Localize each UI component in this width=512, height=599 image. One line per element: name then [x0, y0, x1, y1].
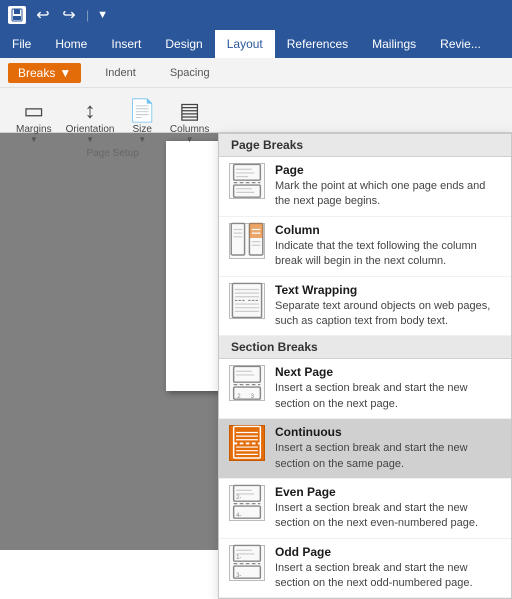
- menu-references[interactable]: References: [275, 30, 360, 58]
- page-setup-group: ▭ Margins ▼ ↕ Orientation ▼ 📄 Size ▼ ▤ C…: [8, 92, 225, 163]
- undo-button[interactable]: ↩: [32, 4, 54, 26]
- next-page-text: Next Page Insert a section break and sta…: [275, 365, 501, 412]
- menu-bar: File Home Insert Design Layout Reference…: [0, 30, 512, 58]
- even-page-title: Even Page: [275, 485, 501, 499]
- svg-text:4-: 4-: [236, 513, 241, 519]
- text-wrapping-text: Text Wrapping Separate text around objec…: [275, 283, 501, 330]
- page-break-desc: Mark the point at which one page ends an…: [275, 179, 501, 210]
- odd-page-item[interactable]: 1- 3- Odd Page Insert a section break an…: [219, 539, 511, 599]
- columns-button[interactable]: ▤ Columns ▼: [166, 98, 213, 146]
- margins-caret: ▼: [30, 135, 38, 144]
- even-page-text: Even Page Insert a section break and sta…: [275, 485, 501, 532]
- orientation-caret: ▼: [86, 135, 94, 144]
- ribbon-top-row: Breaks ▼ Indent Spacing: [0, 58, 512, 88]
- menu-insert[interactable]: Insert: [99, 30, 153, 58]
- orientation-label: Orientation: [66, 124, 115, 135]
- breaks-label: Breaks: [18, 66, 55, 80]
- page-break-title: Page: [275, 163, 501, 177]
- breaks-dropdown: Page Breaks Page Mark the point at which…: [218, 133, 512, 599]
- svg-text:1-: 1-: [236, 555, 241, 561]
- orientation-icon: ↕: [85, 100, 96, 122]
- next-page-item[interactable]: 2 3 Next Page Insert a section break and…: [219, 359, 511, 419]
- menu-home[interactable]: Home: [43, 30, 99, 58]
- breaks-caret: ▼: [59, 66, 71, 80]
- save-icon[interactable]: [8, 6, 26, 24]
- column-break-text: Column Indicate that the text following …: [275, 223, 501, 270]
- quick-access-toolbar: ↩ ↪ | ▼: [32, 4, 108, 26]
- columns-icon: ▤: [179, 100, 200, 122]
- column-break-icon: [229, 223, 265, 259]
- menu-layout[interactable]: Layout: [215, 30, 275, 58]
- even-page-icon: 2- 4-: [229, 485, 265, 521]
- svg-text:3-: 3-: [236, 573, 241, 579]
- odd-page-title: Odd Page: [275, 545, 501, 559]
- customize-button[interactable]: ▼: [97, 9, 108, 21]
- continuous-icon: [229, 425, 265, 461]
- continuous-title: Continuous: [275, 425, 501, 439]
- columns-label: Columns: [170, 124, 209, 135]
- ribbon: Breaks ▼ Indent Spacing ▭ Margins ▼ ↕ Or…: [0, 58, 512, 133]
- margins-label: Margins: [16, 124, 52, 135]
- continuous-desc: Insert a section break and start the new…: [275, 441, 501, 472]
- menu-file[interactable]: File: [0, 30, 43, 58]
- page-break-item[interactable]: Page Mark the point at which one page en…: [219, 157, 511, 217]
- menu-review[interactable]: Revie...: [428, 30, 493, 58]
- size-icon: 📄: [129, 100, 156, 122]
- even-page-desc: Insert a section break and start the new…: [275, 501, 501, 532]
- column-break-item[interactable]: Column Indicate that the text following …: [219, 217, 511, 277]
- text-wrapping-item[interactable]: Text Wrapping Separate text around objec…: [219, 277, 511, 337]
- page-setup-label: Page Setup: [87, 148, 139, 159]
- section-breaks-header: Section Breaks: [219, 336, 511, 359]
- page-setup-icons: ▭ Margins ▼ ↕ Orientation ▼ 📄 Size ▼ ▤ C…: [12, 96, 213, 146]
- odd-page-text: Odd Page Insert a section break and star…: [275, 545, 501, 592]
- column-break-title: Column: [275, 223, 501, 237]
- size-label: Size: [132, 124, 151, 135]
- margins-icon: ▭: [23, 100, 44, 122]
- even-page-item[interactable]: 2- 4- Even Page Insert a section break a…: [219, 479, 511, 539]
- text-wrapping-icon: [229, 283, 265, 319]
- breaks-button[interactable]: Breaks ▼: [8, 63, 81, 83]
- redo-button[interactable]: ↪: [58, 4, 80, 26]
- page-break-icon: [229, 163, 265, 199]
- menu-mailings[interactable]: Mailings: [360, 30, 428, 58]
- size-button[interactable]: 📄 Size ▼: [125, 98, 160, 146]
- text-wrapping-desc: Separate text around objects on web page…: [275, 299, 501, 330]
- odd-page-icon: 1- 3-: [229, 545, 265, 581]
- margins-button[interactable]: ▭ Margins ▼: [12, 98, 56, 146]
- columns-caret: ▼: [186, 135, 194, 144]
- odd-page-desc: Insert a section break and start the new…: [275, 561, 501, 592]
- column-break-desc: Indicate that the text following the col…: [275, 239, 501, 270]
- svg-text:2-: 2-: [236, 495, 241, 501]
- continuous-item[interactable]: Continuous Insert a section break and st…: [219, 419, 511, 479]
- title-bar: ↩ ↪ | ▼: [0, 0, 512, 30]
- orientation-button[interactable]: ↕ Orientation ▼: [62, 98, 119, 146]
- text-wrapping-title: Text Wrapping: [275, 283, 501, 297]
- page-breaks-header: Page Breaks: [219, 134, 511, 157]
- next-page-title: Next Page: [275, 365, 501, 379]
- size-caret: ▼: [138, 135, 146, 144]
- spacing-label: Spacing: [170, 67, 210, 79]
- indent-label: Indent: [105, 67, 136, 79]
- separator: |: [86, 8, 89, 22]
- next-page-icon: 2 3: [229, 365, 265, 401]
- continuous-text: Continuous Insert a section break and st…: [275, 425, 501, 472]
- page-break-text: Page Mark the point at which one page en…: [275, 163, 501, 210]
- menu-design[interactable]: Design: [153, 30, 214, 58]
- next-page-desc: Insert a section break and start the new…: [275, 381, 501, 412]
